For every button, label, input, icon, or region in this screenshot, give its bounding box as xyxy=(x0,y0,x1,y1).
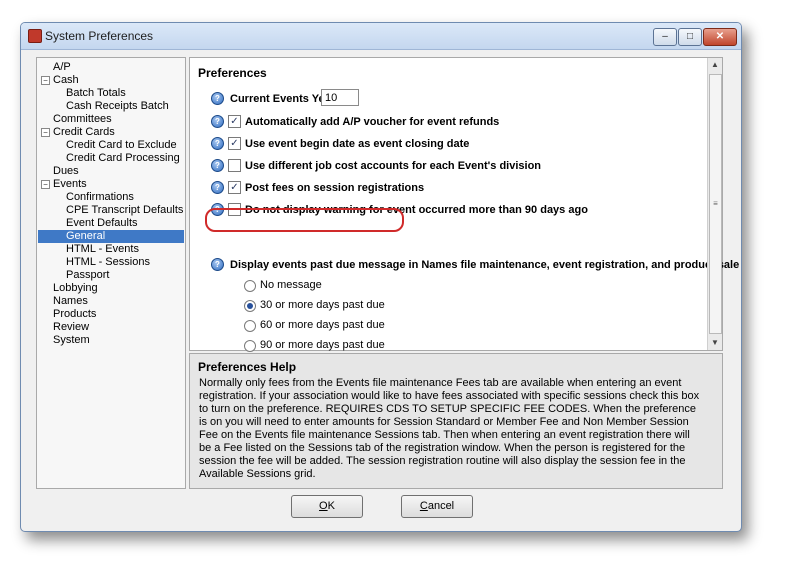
scroll-down-arrow[interactable]: ▼ xyxy=(708,336,722,350)
past-due-radio-label: 60 or more days past due xyxy=(260,319,385,331)
tree-item[interactable]: Event Defaults xyxy=(66,217,138,230)
preference-checkbox[interactable]: ✓ xyxy=(228,181,241,194)
cancel-label-rest: ancel xyxy=(427,500,455,512)
close-button[interactable]: ✕ xyxy=(703,28,737,46)
past-due-radio-label: No message xyxy=(260,279,322,291)
ok-button[interactable]: OK xyxy=(291,495,363,518)
scroll-thumb[interactable]: ≡ xyxy=(709,74,722,334)
title-bar[interactable]: System Preferences – □ ✕ xyxy=(21,23,741,50)
vertical-scrollbar[interactable]: ▲ ≡ ▼ xyxy=(707,58,722,350)
minimize-button[interactable]: – xyxy=(653,28,677,46)
tree-item[interactable]: Review xyxy=(53,321,89,334)
help-title: Preferences Help xyxy=(198,360,297,374)
help-icon[interactable]: ? xyxy=(211,159,224,172)
tree-item[interactable]: Credit Card to Exclude xyxy=(66,139,177,152)
current-events-year-input[interactable] xyxy=(321,89,359,106)
scroll-up-arrow[interactable]: ▲ xyxy=(708,58,722,72)
collapse-icon[interactable]: − xyxy=(41,128,50,137)
past-due-radio-label: 30 or more days past due xyxy=(260,299,385,311)
help-icon[interactable]: ? xyxy=(211,181,224,194)
past-due-radio[interactable] xyxy=(244,320,256,332)
preferences-title: Preferences xyxy=(198,66,267,80)
tree-item[interactable]: Passport xyxy=(66,269,109,282)
preference-checkbox[interactable] xyxy=(228,159,241,172)
tree-item[interactable]: Lobbying xyxy=(53,282,98,295)
preferences-help-panel: Preferences Help Normally only fees from… xyxy=(189,353,723,489)
maximize-button[interactable]: □ xyxy=(678,28,702,46)
tree-item[interactable]: A/P xyxy=(53,61,71,74)
tree-item[interactable]: Events xyxy=(53,178,87,191)
preferences-panel: Preferences ? Current Events Year ? ✓ Auto… xyxy=(189,57,741,372)
preference-label: Automatically add A/P voucher for event … xyxy=(245,116,500,128)
tree-item[interactable]: Confirmations xyxy=(66,191,134,204)
help-text: Normally only fees from the Events file … xyxy=(199,377,700,480)
preference-label: Post fees on session registrations xyxy=(245,182,425,194)
tree-item[interactable]: Batch Totals xyxy=(66,87,126,100)
tree-item[interactable]: Credit Card Processing xyxy=(66,152,180,165)
past-due-radio[interactable] xyxy=(244,300,256,312)
tree-item[interactable]: Credit Cards xyxy=(53,126,115,139)
tree-item[interactable]: Dues xyxy=(53,165,79,178)
tree-item[interactable]: Committees xyxy=(53,113,112,126)
tree-item[interactable]: General xyxy=(38,230,184,243)
highlight-annotation xyxy=(205,208,404,232)
past-due-radio[interactable] xyxy=(244,280,256,292)
collapse-icon[interactable]: − xyxy=(41,76,50,85)
past-due-label: Display events past due message in Names… xyxy=(230,259,742,271)
preference-label: Use different job cost accounts for each… xyxy=(245,160,542,172)
tree-item[interactable]: Cash xyxy=(53,74,79,87)
preference-label: Use event begin date as event closing da… xyxy=(245,138,470,150)
help-icon[interactable]: ? xyxy=(211,137,224,150)
app-icon xyxy=(28,29,42,43)
tree-item[interactable]: HTML - Sessions xyxy=(66,256,150,269)
preference-checkbox[interactable]: ✓ xyxy=(228,115,241,128)
help-icon[interactable]: ? xyxy=(211,258,224,271)
preference-checkbox[interactable]: ✓ xyxy=(228,137,241,150)
tree-item[interactable]: Cash Receipts Batch xyxy=(66,100,169,113)
system-preferences-window: System Preferences – □ ✕ A/P − Cash Batch T… xyxy=(20,22,742,532)
ok-mnemonic: O xyxy=(319,500,328,512)
cancel-button[interactable]: Cancel xyxy=(401,495,473,518)
tree-item[interactable]: System xyxy=(53,334,90,347)
current-events-year-label: Current Events Year xyxy=(230,93,335,105)
past-due-radio-label: 90 or more days past due xyxy=(260,339,385,351)
ok-label-rest: K xyxy=(327,500,335,512)
tree-item[interactable]: Products xyxy=(53,308,96,321)
cancel-mnemonic: C xyxy=(419,500,428,512)
preferences-tree[interactable]: A/P − Cash Batch Totals Cash Receipts Batch C… xyxy=(36,57,186,489)
help-icon[interactable]: ? xyxy=(211,115,224,128)
tree-item[interactable]: HTML - Events xyxy=(66,243,139,256)
window-title: System Preferences xyxy=(45,29,154,43)
tree-item[interactable]: CPE Transcript Defaults xyxy=(66,204,183,217)
tree-item[interactable]: Names xyxy=(53,295,88,308)
help-icon[interactable]: ? xyxy=(211,92,224,105)
past-due-radio[interactable] xyxy=(244,340,256,352)
collapse-icon[interactable]: − xyxy=(41,180,50,189)
